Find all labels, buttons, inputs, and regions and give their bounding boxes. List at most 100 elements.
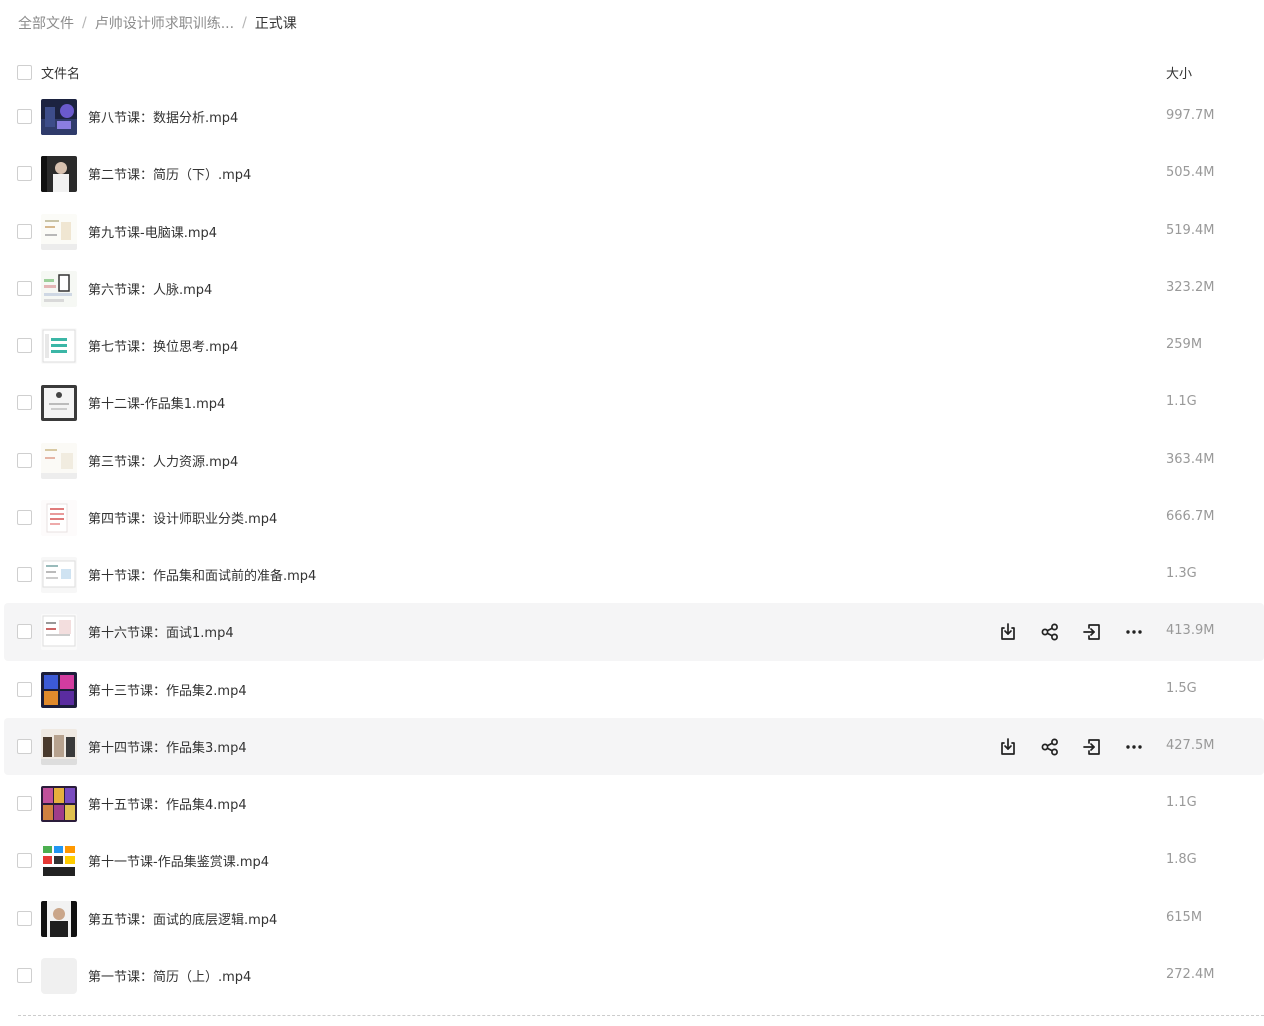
- file-row[interactable]: 第十一节课-作品集鉴赏课.mp4 1.8G: [0, 832, 1264, 889]
- row-checkbox[interactable]: [17, 796, 32, 811]
- select-all-checkbox[interactable]: [17, 65, 32, 80]
- more-icon[interactable]: [1120, 619, 1148, 645]
- file-name[interactable]: 第九节课-电脑课.mp4: [88, 222, 217, 241]
- file-size: 259M: [1166, 337, 1203, 352]
- row-checkbox[interactable]: [17, 853, 32, 869]
- video-thumbnail: [41, 499, 77, 536]
- file-row[interactable]: 第二节课：简历（下）.mp4 505.4M: [0, 145, 1264, 202]
- row-checkbox[interactable]: [17, 280, 32, 296]
- file-name[interactable]: 第一节课：简历（上）.mp4: [88, 966, 251, 985]
- row-checkbox[interactable]: [17, 681, 32, 697]
- file-name[interactable]: 第六节课：人脉.mp4: [88, 279, 212, 298]
- file-row-hovered[interactable]: 第十四节课：作品集3.mp4 427.5M: [4, 717, 1264, 775]
- row-checkbox[interactable]: [17, 624, 32, 640]
- video-thumbnail: [41, 671, 77, 708]
- video-thumbnail: [41, 213, 77, 250]
- video-thumbnail: [41, 614, 77, 651]
- file-name[interactable]: 第五节课：面试的底层逻辑.mp4: [88, 909, 277, 928]
- video-thumbnail: [41, 270, 77, 307]
- row-checkbox[interactable]: [17, 109, 32, 124]
- video-thumbnail: [41, 442, 77, 479]
- video-thumbnail: [41, 99, 77, 135]
- breadcrumb-current: 正式课: [254, 16, 297, 32]
- file-row[interactable]: 第三节课：人力资源.mp4 363.4M: [0, 432, 1264, 489]
- video-thumbnail: [41, 156, 77, 193]
- breadcrumb-separator: /: [242, 15, 247, 31]
- file-size: 1.8G: [1166, 852, 1197, 868]
- video-thumbnail: [41, 328, 77, 364]
- file-size: 363.4M: [1166, 451, 1215, 467]
- file-size: 997.7M: [1166, 108, 1215, 123]
- file-size: 505.4M: [1166, 165, 1215, 181]
- file-name[interactable]: 第二节课：简历（下）.mp4: [88, 164, 251, 183]
- file-row[interactable]: 第四节课：设计师职业分类.mp4 666.7M: [0, 489, 1264, 546]
- move-icon[interactable]: [1078, 619, 1106, 645]
- file-size: 413.9M: [1166, 623, 1215, 639]
- file-name[interactable]: 第十四节课：作品集3.mp4: [88, 737, 247, 756]
- download-icon[interactable]: [994, 619, 1022, 645]
- file-name[interactable]: 第十一节课-作品集鉴赏课.mp4: [88, 851, 269, 870]
- video-thumbnail: [41, 728, 77, 765]
- row-actions: [994, 619, 1148, 645]
- row-checkbox[interactable]: [17, 567, 32, 582]
- file-size: 1.5G: [1166, 680, 1197, 696]
- file-size: 519.4M: [1166, 222, 1215, 238]
- share-icon[interactable]: [1036, 619, 1064, 645]
- file-row-hovered[interactable]: 第十六节课：面试1.mp4 413.9M: [4, 603, 1264, 661]
- file-list: 第八节课：数据分析.mp4 997.7M 第二节课：简历（下）.mp4 505.…: [0, 88, 1264, 1004]
- file-row[interactable]: 第七节课：换位思考.mp4 259M: [0, 317, 1264, 374]
- file-row[interactable]: 第十五节课：作品集4.mp4 1.1G: [0, 775, 1264, 832]
- file-name[interactable]: 第八节课：数据分析.mp4: [88, 107, 238, 126]
- breadcrumb-parent[interactable]: 卢帅设计师求职训练...: [95, 13, 234, 33]
- video-thumbnail: [41, 900, 77, 937]
- breadcrumb-root[interactable]: 全部文件: [18, 13, 74, 33]
- file-size: 323.2M: [1166, 279, 1215, 295]
- share-icon[interactable]: [1036, 734, 1064, 760]
- file-size: 1.1G: [1166, 394, 1197, 410]
- file-row[interactable]: 第十二课-作品集1.mp4 1.1G: [0, 374, 1264, 431]
- video-thumbnail: [41, 557, 77, 593]
- row-checkbox[interactable]: [17, 738, 32, 754]
- file-size: 272.4M: [1166, 966, 1215, 982]
- file-name[interactable]: 第十五节课：作品集4.mp4: [88, 794, 247, 813]
- row-checkbox[interactable]: [17, 452, 32, 468]
- move-icon[interactable]: [1078, 734, 1106, 760]
- row-checkbox[interactable]: [17, 223, 32, 239]
- file-row[interactable]: 第八节课：数据分析.mp4 997.7M: [0, 88, 1264, 145]
- breadcrumb: 全部文件 / 卢帅设计师求职训练... / 正式课: [18, 12, 297, 34]
- file-row[interactable]: 第五节课：面试的底层逻辑.mp4 615M: [0, 890, 1264, 947]
- file-size: 1.1G: [1166, 795, 1197, 810]
- row-checkbox[interactable]: [17, 338, 32, 353]
- video-thumbnail: [41, 786, 77, 822]
- file-row[interactable]: 第六节课：人脉.mp4 323.2M: [0, 260, 1264, 317]
- row-checkbox[interactable]: [17, 967, 32, 983]
- file-row[interactable]: 第十节课：作品集和面试前的准备.mp4 1.3G: [0, 546, 1264, 603]
- row-checkbox[interactable]: [17, 166, 32, 182]
- file-row[interactable]: 第一节课：简历（上）.mp4 272.4M: [0, 947, 1264, 1004]
- row-checkbox[interactable]: [17, 910, 32, 926]
- list-bottom-divider: [18, 1015, 1264, 1016]
- more-icon[interactable]: [1120, 734, 1148, 760]
- file-name[interactable]: 第七节课：换位思考.mp4: [88, 336, 238, 355]
- column-header-size[interactable]: 大小: [1166, 63, 1192, 82]
- video-thumbnail: [41, 385, 77, 422]
- file-name[interactable]: 第十三节课：作品集2.mp4: [88, 680, 247, 699]
- row-checkbox[interactable]: [17, 395, 32, 411]
- file-row[interactable]: 第九节课-电脑课.mp4 519.4M: [0, 203, 1264, 260]
- file-name[interactable]: 第十六节课：面试1.mp4: [88, 622, 234, 641]
- file-size: 427.5M: [1166, 737, 1215, 753]
- breadcrumb-separator: /: [82, 15, 87, 31]
- file-size: 1.3G: [1166, 566, 1197, 581]
- file-name[interactable]: 第三节课：人力资源.mp4: [88, 451, 238, 470]
- file-name[interactable]: 第四节课：设计师职业分类.mp4: [88, 508, 277, 527]
- video-thumbnail-placeholder: [41, 957, 77, 994]
- row-checkbox[interactable]: [17, 509, 32, 525]
- file-name[interactable]: 第十节课：作品集和面试前的准备.mp4: [88, 565, 316, 584]
- file-name[interactable]: 第十二课-作品集1.mp4: [88, 393, 225, 412]
- download-icon[interactable]: [994, 734, 1022, 760]
- row-actions: [994, 734, 1148, 760]
- file-list-header: 文件名 大小: [0, 56, 1264, 90]
- file-row[interactable]: 第十三节课：作品集2.mp4 1.5G: [0, 661, 1264, 718]
- video-thumbnail: [41, 843, 77, 880]
- column-header-name[interactable]: 文件名: [41, 63, 80, 82]
